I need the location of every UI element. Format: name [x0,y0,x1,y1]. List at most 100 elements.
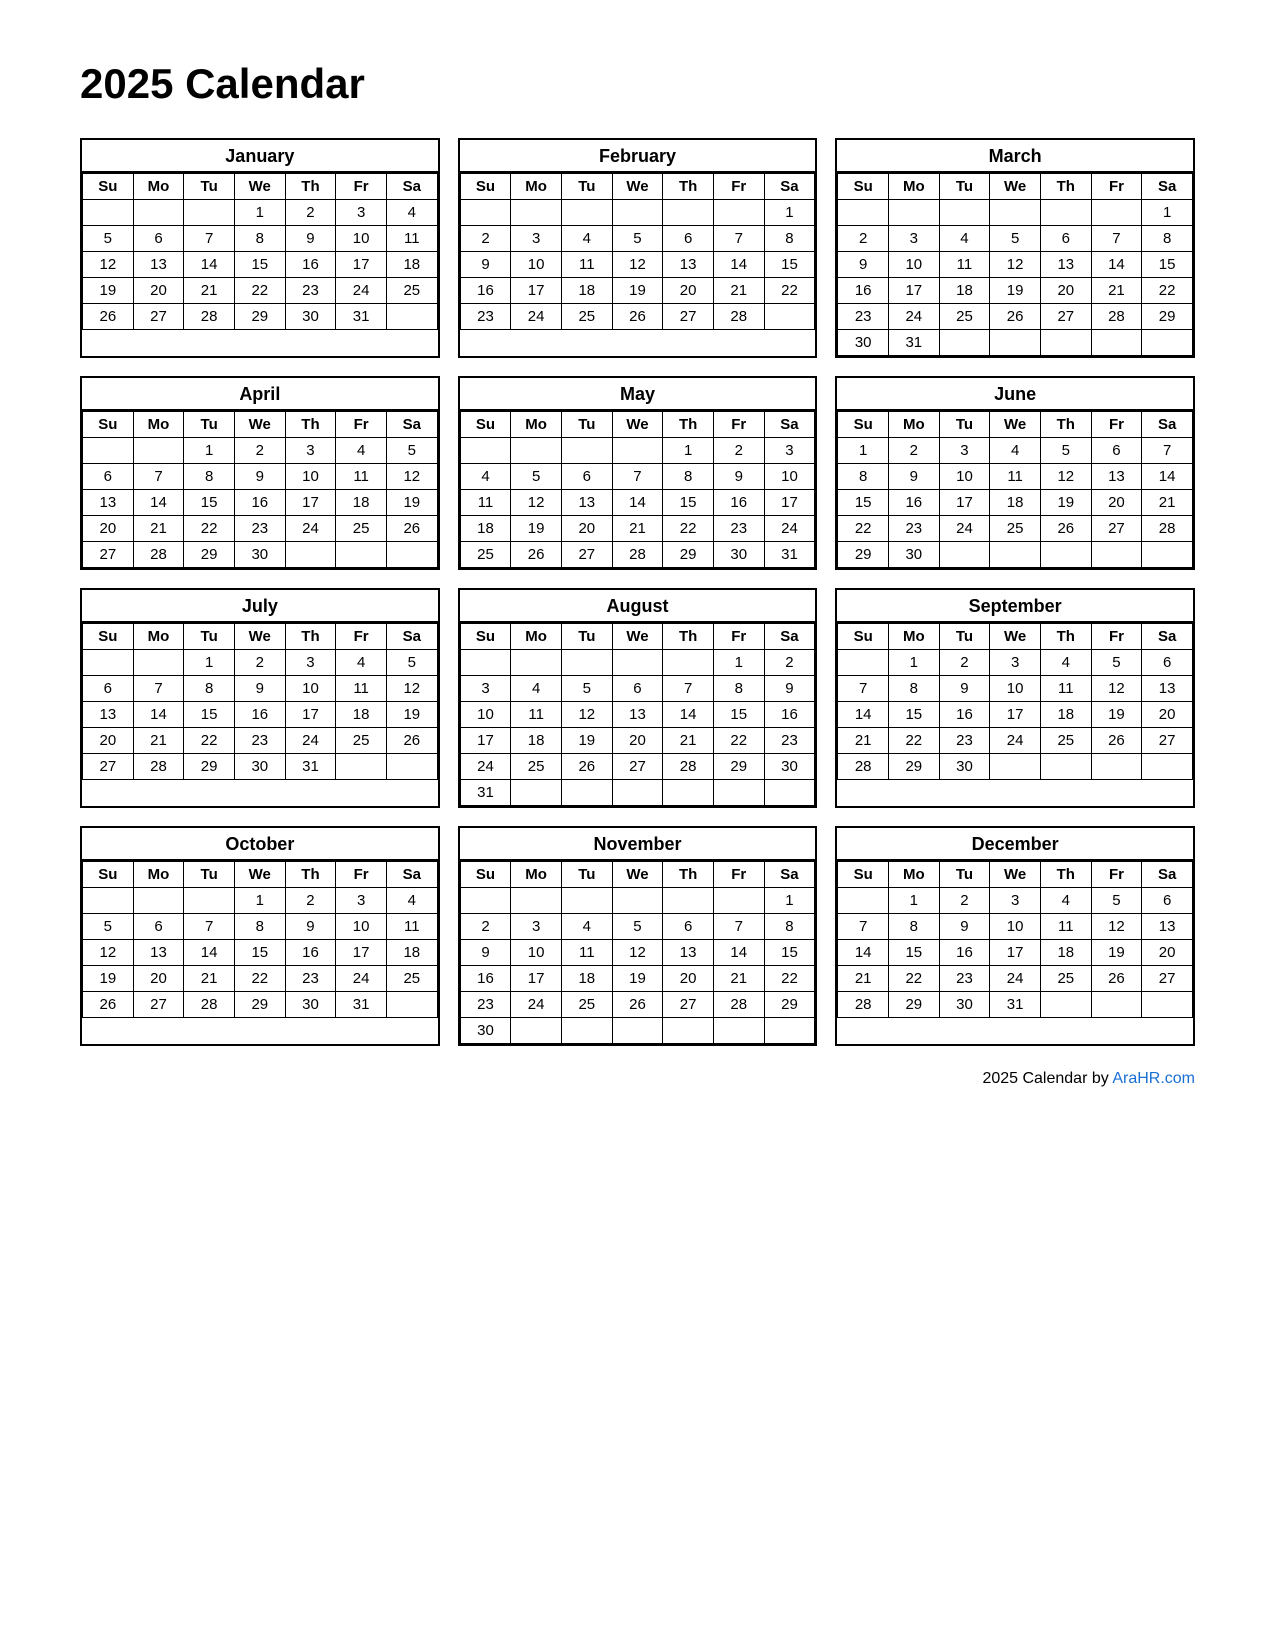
calendar-day: 18 [561,966,612,992]
day-header-we: We [990,174,1041,200]
table-row: 22232425262728 [838,516,1193,542]
calendar-day [133,888,184,914]
calendar-day: 18 [460,516,511,542]
calendar-day: 21 [1142,490,1193,516]
calendar-day: 1 [184,650,235,676]
calendar-day: 15 [713,702,764,728]
calendar-day: 16 [713,490,764,516]
table-row: 14151617181920 [838,702,1193,728]
day-header-tu: Tu [939,624,990,650]
calendar-day: 27 [1091,516,1142,542]
calendar-day: 7 [1091,226,1142,252]
table-row: 78910111213 [838,676,1193,702]
calendar-day: 17 [511,278,562,304]
calendar-day: 15 [234,252,285,278]
calendar-day: 11 [511,702,562,728]
calendar-day: 17 [460,728,511,754]
calendar-day: 19 [386,702,437,728]
table-row: 15161718192021 [838,490,1193,516]
table-row: 19202122232425 [83,278,438,304]
calendar-day: 25 [386,966,437,992]
calendar-day: 14 [184,940,235,966]
day-header-mo: Mo [511,624,562,650]
calendar-day: 19 [1091,940,1142,966]
table-row: 24252627282930 [460,754,815,780]
calendar-day: 2 [713,438,764,464]
calendar-day: 10 [888,252,939,278]
calendar-day: 10 [939,464,990,490]
calendar-day: 3 [888,226,939,252]
day-header-mo: Mo [133,624,184,650]
calendar-day: 17 [764,490,815,516]
calendar-day: 30 [838,330,889,356]
day-header-th: Th [663,174,714,200]
table-row: 18192021222324 [460,516,815,542]
calendar-day: 24 [939,516,990,542]
calendar-day: 9 [764,676,815,702]
calendar-day: 27 [1142,728,1193,754]
calendar-day: 22 [838,516,889,542]
calendar-day: 15 [184,702,235,728]
calendar-day: 16 [234,702,285,728]
table-row: 25262728293031 [460,542,815,568]
calendar-day [1091,542,1142,568]
calendar-day: 11 [939,252,990,278]
calendar-day: 18 [561,278,612,304]
day-header-mo: Mo [133,862,184,888]
calendar-table-june: SuMoTuWeThFrSa12345678910111213141516171… [837,411,1193,568]
calendar-day: 12 [612,252,663,278]
calendar-day: 6 [663,226,714,252]
calendar-day: 10 [460,702,511,728]
calendar-day: 24 [888,304,939,330]
calendar-day: 27 [133,304,184,330]
calendar-day: 2 [285,888,336,914]
calendar-day: 3 [336,200,387,226]
day-header-fr: Fr [713,862,764,888]
day-header-th: Th [1040,174,1091,200]
day-header-su: Su [460,862,511,888]
calendar-day: 26 [612,992,663,1018]
calendar-day: 24 [285,728,336,754]
calendar-day: 11 [336,464,387,490]
calendar-day [561,200,612,226]
calendar-day: 7 [663,676,714,702]
calendar-day: 29 [838,542,889,568]
day-header-su: Su [838,174,889,200]
day-header-su: Su [83,174,134,200]
calendar-day [83,888,134,914]
calendar-day: 26 [1091,728,1142,754]
calendar-day [1040,542,1091,568]
calendar-day: 22 [713,728,764,754]
table-row: 2345678 [460,914,815,940]
calendar-day: 16 [939,702,990,728]
day-header-th: Th [285,862,336,888]
calendar-day: 16 [460,966,511,992]
calendar-day: 1 [663,438,714,464]
calendar-day [511,1018,562,1044]
table-row: 30 [460,1018,815,1044]
calendar-day: 1 [888,888,939,914]
table-row: 11121314151617 [460,490,815,516]
calendar-day: 30 [713,542,764,568]
calendar-day: 9 [460,940,511,966]
calendar-table-september: SuMoTuWeThFrSa12345678910111213141516171… [837,623,1193,780]
day-header-mo: Mo [133,174,184,200]
table-row: 12131415161718 [83,940,438,966]
calendar-day [511,650,562,676]
calendar-day: 10 [511,940,562,966]
footer-link[interactable]: AraHR.com [1112,1070,1195,1087]
month-title-march: March [837,140,1193,173]
calendar-day: 3 [285,650,336,676]
calendar-day: 21 [133,516,184,542]
calendar-day: 12 [1040,464,1091,490]
calendar-day: 15 [888,702,939,728]
calendar-day: 20 [1142,940,1193,966]
calendar-day [386,304,437,330]
calendar-table-november: SuMoTuWeThFrSa12345678910111213141516171… [460,861,816,1044]
calendar-day: 25 [511,754,562,780]
calendar-day: 30 [285,992,336,1018]
calendar-day: 14 [1142,464,1193,490]
day-header-th: Th [285,174,336,200]
calendar-day: 17 [990,940,1041,966]
calendar-day: 17 [285,490,336,516]
